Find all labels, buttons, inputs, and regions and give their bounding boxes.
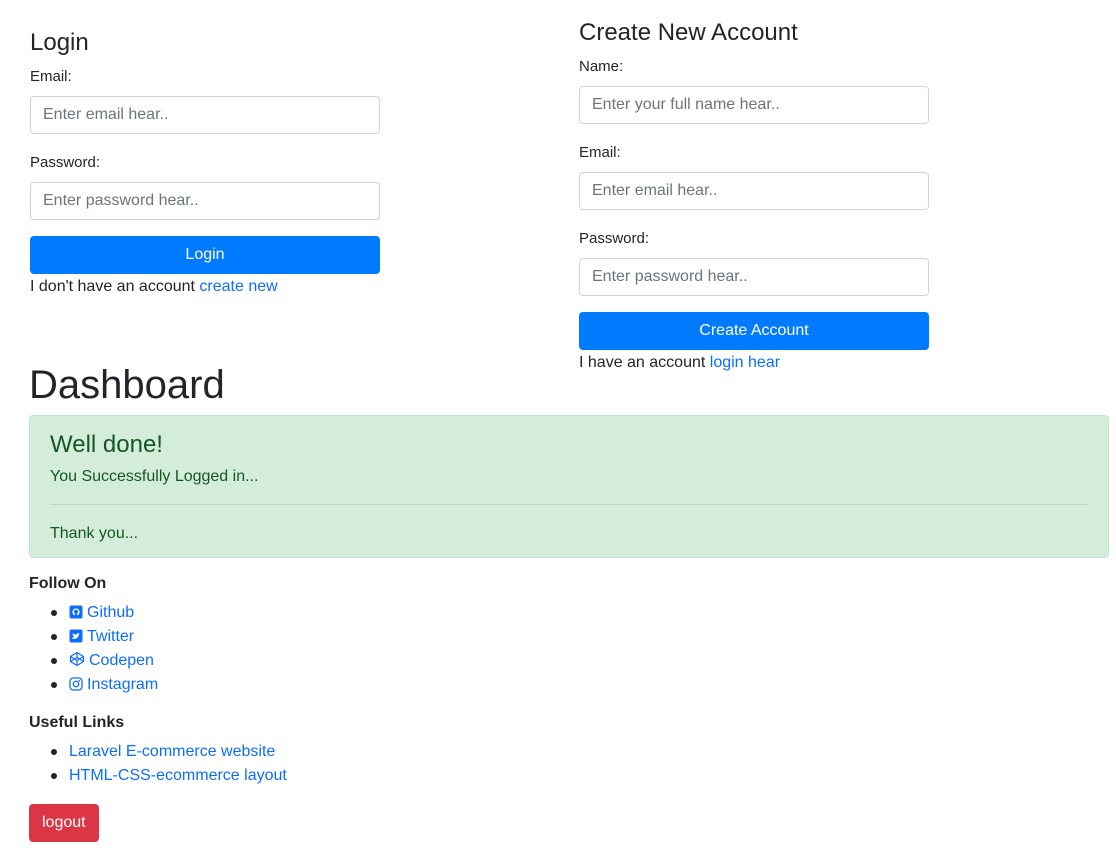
create-account-button[interactable]: Create Account bbox=[579, 312, 929, 350]
instagram-link[interactable]: Instagram bbox=[69, 676, 158, 693]
list-item: Instagram bbox=[29, 673, 429, 697]
bullet bbox=[51, 634, 57, 640]
alert-heading: Well done! bbox=[50, 431, 163, 458]
create-new-link[interactable]: create new bbox=[199, 278, 277, 295]
login-password-label: Password: bbox=[30, 154, 101, 171]
html-css-ecommerce-link[interactable]: HTML-CSS-ecommerce layout bbox=[69, 767, 287, 784]
register-note: I have an account login hear bbox=[579, 353, 780, 373]
register-note-text: I have an account bbox=[579, 354, 706, 371]
login-hear-link[interactable]: login hear bbox=[710, 354, 780, 371]
codepen-label: Codepen bbox=[89, 652, 154, 669]
login-title: Login bbox=[30, 29, 89, 56]
login-button[interactable]: Login bbox=[30, 236, 380, 274]
follow-title: Follow On bbox=[29, 575, 107, 592]
github-link[interactable]: Github bbox=[69, 604, 134, 621]
bullet bbox=[51, 682, 57, 688]
twitter-icon bbox=[69, 629, 83, 643]
register-title: Create New Account bbox=[579, 19, 798, 46]
login-email-label: Email: bbox=[30, 68, 72, 85]
twitter-link[interactable]: Twitter bbox=[69, 628, 134, 645]
instagram-icon bbox=[69, 677, 83, 691]
alert-footer: Thank you... bbox=[50, 525, 139, 542]
bullet bbox=[51, 773, 57, 779]
list-item: Github bbox=[29, 601, 429, 625]
bullet bbox=[51, 749, 57, 755]
list-item: Laravel E-commerce website bbox=[29, 740, 429, 764]
dashboard-title: Dashboard bbox=[29, 363, 225, 407]
laravel-ecommerce-link[interactable]: Laravel E-commerce website bbox=[69, 743, 275, 760]
bullet bbox=[51, 610, 57, 616]
bullet bbox=[51, 658, 57, 664]
alert-divider bbox=[50, 504, 1088, 505]
login-password-input[interactable] bbox=[30, 182, 380, 220]
list-item: Twitter bbox=[29, 625, 429, 649]
login-email-input[interactable] bbox=[30, 96, 380, 134]
useful-links-title: Useful Links bbox=[29, 714, 125, 731]
login-note-text: I don't have an account bbox=[30, 278, 195, 295]
login-note: I don't have an account create new bbox=[30, 277, 278, 297]
list-item: Codepen bbox=[29, 649, 429, 673]
codepen-icon bbox=[69, 651, 85, 667]
github-icon bbox=[69, 605, 83, 619]
twitter-label: Twitter bbox=[87, 628, 135, 645]
follow-list: Github Twitter Codepen Instagram bbox=[29, 601, 429, 697]
register-email-label: Email: bbox=[579, 144, 621, 161]
list-item: HTML-CSS-ecommerce layout bbox=[29, 764, 429, 788]
register-name-label: Name: bbox=[579, 58, 624, 75]
codepen-link[interactable]: Codepen bbox=[69, 651, 154, 669]
alert-message: You Successfully Logged in... bbox=[50, 468, 259, 485]
register-name-input[interactable] bbox=[579, 86, 929, 124]
useful-links-list: Laravel E-commerce website HTML-CSS-ecom… bbox=[29, 740, 429, 788]
instagram-label: Instagram bbox=[87, 676, 159, 693]
logout-button[interactable]: logout bbox=[29, 804, 99, 842]
register-password-input[interactable] bbox=[579, 258, 929, 296]
success-alert: Well done! You Successfully Logged in...… bbox=[29, 415, 1109, 558]
register-password-label: Password: bbox=[579, 230, 650, 247]
register-email-input[interactable] bbox=[579, 172, 929, 210]
github-label: Github bbox=[87, 604, 135, 621]
